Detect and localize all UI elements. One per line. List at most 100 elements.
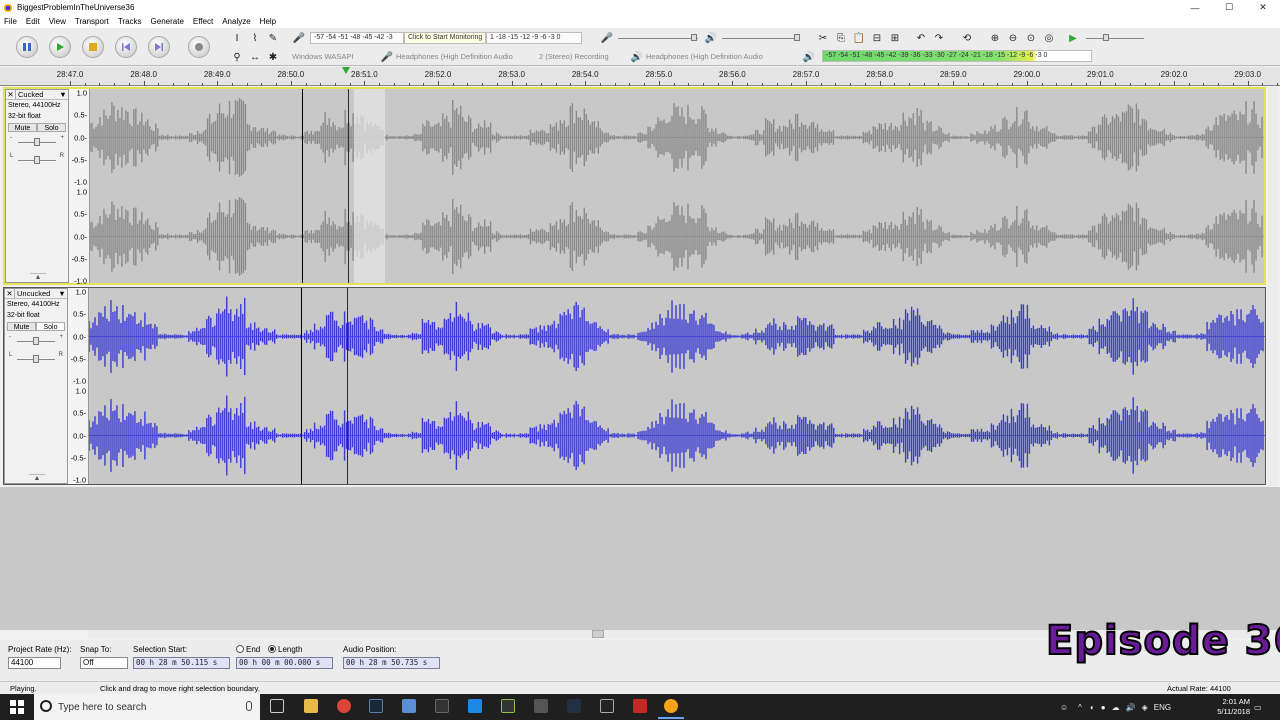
pan-slider[interactable]: LR	[5, 350, 67, 368]
selection-highlight[interactable]	[354, 89, 385, 283]
play-head-marker-icon[interactable]	[342, 67, 350, 74]
envelope-tool-icon[interactable]: ⌇	[248, 31, 262, 45]
mute-button[interactable]: Mute	[7, 322, 36, 331]
collapse-track-icon[interactable]: ▲	[30, 273, 46, 281]
playback-device-select[interactable]: Headphones (High Definition Audio	[646, 51, 786, 63]
playback-meter[interactable]: -57 -54 -51 -48 -45 -42 -39 -36 -33 -30 …	[822, 50, 1092, 62]
solo-button[interactable]: Solo	[36, 322, 65, 331]
menu-generate[interactable]: Generate	[151, 17, 184, 26]
maximize-button[interactable]: ☐	[1212, 0, 1246, 15]
play-at-speed-icon[interactable]: ▶	[1066, 31, 1080, 45]
record-meter-scale-right[interactable]: 1 -18 -15 -12 -9 -6 -3 0	[486, 32, 582, 44]
record-meter-tooltip[interactable]: Click to Start Monitoring	[404, 32, 486, 44]
timeshift-tool-icon[interactable]: ↔	[248, 50, 262, 64]
taskbar-search-box[interactable]: Type here to search	[34, 694, 260, 720]
solo-button[interactable]: Solo	[37, 123, 66, 132]
recording-volume-thumb[interactable]	[691, 34, 697, 41]
undo-icon[interactable]: ↶	[914, 31, 928, 45]
waveform-area[interactable]	[90, 89, 1264, 283]
record-button[interactable]	[188, 36, 210, 58]
audio-host-select[interactable]: Windows WASAPI	[292, 51, 378, 63]
waveform-area[interactable]	[89, 288, 1265, 484]
tray-app-icon[interactable]: ◐	[1090, 703, 1095, 712]
recording-volume-slider[interactable]	[618, 38, 698, 39]
draw-tool-icon[interactable]: ✎	[266, 31, 280, 45]
multi-tool-icon[interactable]: ✱	[266, 50, 280, 64]
track-menu-icon[interactable]: ▼	[58, 90, 68, 99]
zoom-out-icon[interactable]: ⊖	[1006, 31, 1020, 45]
playback-volume-thumb[interactable]	[794, 34, 800, 41]
track-close-icon[interactable]: ✕	[6, 90, 16, 99]
track-uncucked[interactable]: ✕ Uncucked ▼ Stereo, 44100Hz 32-bit floa…	[3, 287, 1266, 485]
menu-edit[interactable]: Edit	[26, 17, 40, 26]
menu-view[interactable]: View	[49, 17, 66, 26]
audio-position-field[interactable]: 00 h 28 m 50.735 s	[343, 657, 440, 669]
waveform-channel[interactable]	[90, 89, 1264, 186]
end-radio[interactable]	[236, 645, 244, 653]
task-view-icon[interactable]	[270, 699, 284, 713]
pause-button[interactable]	[16, 36, 38, 58]
menu-analyze[interactable]: Analyze	[222, 17, 250, 26]
playback-volume-slider[interactable]	[722, 38, 800, 39]
zoom-in-icon[interactable]: ⊕	[988, 31, 1002, 45]
people-icon[interactable]: ☺	[1060, 703, 1068, 712]
waveform-channel[interactable]	[89, 387, 1265, 484]
timeline-ruler[interactable]: 28:47.0 28:48.0 28:49.0 28:50.0 28:51.0 28:52…	[0, 67, 1280, 86]
skip-start-button[interactable]	[115, 36, 137, 58]
document-app-icon[interactable]	[402, 699, 416, 713]
volume-icon[interactable]: 🔊	[1126, 703, 1136, 712]
track-menu-icon[interactable]: ▼	[57, 289, 67, 298]
editor-app-icon[interactable]	[600, 699, 614, 713]
media-app-icon[interactable]	[435, 699, 449, 713]
redo-icon[interactable]: ↷	[932, 31, 946, 45]
microphone-icon[interactable]	[246, 701, 252, 711]
pan-slider[interactable]: LR	[6, 151, 68, 169]
length-radio[interactable]	[268, 645, 276, 653]
recording-device-select[interactable]: Headphones (High Definition Audio	[396, 51, 536, 63]
fit-selection-icon[interactable]: ⊙	[1024, 31, 1038, 45]
menu-effect[interactable]: Effect	[193, 17, 213, 26]
steam-icon[interactable]	[369, 699, 383, 713]
taskbar-clock[interactable]: 2:01 AM 5/11/2018	[1217, 697, 1250, 717]
audacity-taskbar-icon[interactable]	[664, 699, 678, 713]
selection-start-field[interactable]: 00 h 28 m 50.115 s	[133, 657, 230, 669]
horizontal-scroll-thumb[interactable]	[592, 630, 604, 638]
play-button[interactable]	[49, 36, 71, 58]
gain-slider[interactable]: - +	[6, 133, 68, 151]
file-explorer-icon[interactable]	[304, 699, 318, 713]
copy-icon[interactable]: ⎘	[834, 31, 848, 45]
chrome-icon[interactable]	[337, 699, 351, 713]
fit-project-icon[interactable]: ◎	[1042, 31, 1056, 45]
play-speed-thumb[interactable]	[1103, 34, 1109, 41]
show-hidden-icons-icon[interactable]: ^	[1078, 703, 1082, 712]
gear-icon[interactable]	[534, 699, 548, 713]
skip-end-button[interactable]	[148, 36, 170, 58]
play-speed-slider[interactable]	[1086, 38, 1144, 39]
selection-length-field[interactable]: 00 h 00 m 00.000 s	[236, 657, 333, 669]
browser-app-icon[interactable]	[567, 699, 581, 713]
language-indicator[interactable]: ENG	[1154, 703, 1171, 712]
close-button[interactable]: ✕	[1246, 0, 1280, 15]
minimize-button[interactable]: —	[1178, 0, 1212, 15]
settings-app-icon[interactable]	[468, 699, 482, 713]
silence-icon[interactable]: ⊞	[888, 31, 902, 45]
track-name[interactable]: Cucked	[16, 90, 58, 99]
video-app-icon[interactable]	[633, 699, 647, 713]
stop-button[interactable]	[82, 36, 104, 58]
menu-file[interactable]: File	[4, 17, 17, 26]
mute-button[interactable]: Mute	[8, 123, 37, 132]
track-name[interactable]: Uncucked	[15, 289, 57, 298]
trim-icon[interactable]: ⊟	[870, 31, 884, 45]
network-icon[interactable]: ☁	[1112, 703, 1120, 712]
menu-help[interactable]: Help	[260, 17, 276, 26]
recording-channels-select[interactable]: 2 (Stereo) Recording	[539, 51, 627, 63]
empty-track-area[interactable]	[0, 487, 1280, 630]
sync-lock-icon[interactable]: ⟲	[960, 31, 974, 45]
track-close-icon[interactable]: ✕	[5, 289, 15, 298]
menu-tracks[interactable]: Tracks	[118, 17, 142, 26]
waveform-channel[interactable]	[90, 188, 1264, 285]
notes-app-icon[interactable]	[501, 699, 515, 713]
record-meter-scale[interactable]: -57 -54 -51 -48 -45 -42 -3	[310, 32, 404, 44]
notifications-icon[interactable]: ▭	[1254, 694, 1262, 720]
track-cucked[interactable]: ✕ Cucked ▼ Stereo, 44100Hz 32-bit float …	[3, 87, 1266, 286]
